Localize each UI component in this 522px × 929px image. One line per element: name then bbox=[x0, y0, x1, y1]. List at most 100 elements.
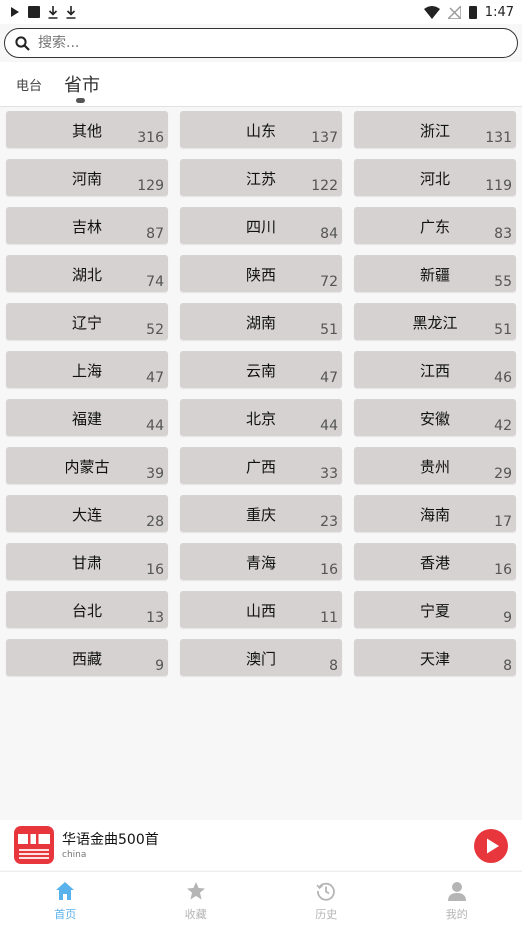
province-cell[interactable]: 北京44 bbox=[180, 399, 342, 436]
province-name: 上海 bbox=[6, 360, 168, 381]
province-name: 青海 bbox=[180, 552, 342, 573]
province-name: 云南 bbox=[180, 360, 342, 381]
no-signal-icon bbox=[448, 6, 461, 19]
province-count: 129 bbox=[137, 178, 164, 194]
province-cell[interactable]: 澳门8 bbox=[180, 639, 342, 676]
search-bar[interactable] bbox=[4, 28, 518, 58]
province-count: 9 bbox=[155, 658, 164, 674]
province-count: 131 bbox=[485, 130, 512, 146]
province-count: 51 bbox=[320, 322, 338, 338]
province-cell[interactable]: 台北13 bbox=[6, 591, 168, 628]
province-count: 316 bbox=[137, 130, 164, 146]
province-count: 46 bbox=[494, 370, 512, 386]
tab-province-label: 省市 bbox=[64, 71, 100, 97]
province-name: 新疆 bbox=[354, 264, 516, 285]
province-count: 83 bbox=[494, 226, 512, 242]
province-count: 39 bbox=[146, 466, 164, 482]
radio-icon bbox=[14, 826, 54, 864]
province-name: 贵州 bbox=[354, 456, 516, 477]
province-count: 47 bbox=[320, 370, 338, 386]
province-count: 74 bbox=[146, 274, 164, 290]
province-count: 119 bbox=[485, 178, 512, 194]
province-cell[interactable]: 江苏122 bbox=[180, 159, 342, 196]
province-name: 北京 bbox=[180, 408, 342, 429]
province-cell[interactable]: 山西11 bbox=[180, 591, 342, 628]
province-name: 辽宁 bbox=[6, 312, 168, 333]
province-cell[interactable]: 新疆55 bbox=[354, 255, 516, 292]
star-icon bbox=[186, 881, 206, 901]
search-input[interactable] bbox=[36, 34, 460, 52]
province-cell[interactable]: 浙江131 bbox=[354, 111, 516, 148]
play-icon[interactable] bbox=[474, 829, 508, 863]
province-count: 29 bbox=[494, 466, 512, 482]
nav-home-label: 首页 bbox=[0, 906, 131, 922]
province-grid: 其他316 山东137 浙江131 河南129 江苏122 河北119 吉林87 四川84 广东… bbox=[6, 111, 516, 676]
province-count: 28 bbox=[146, 514, 164, 530]
mini-player[interactable]: 华语金曲500首 china bbox=[0, 820, 522, 870]
province-cell[interactable]: 广东83 bbox=[354, 207, 516, 244]
download-icon bbox=[48, 6, 58, 19]
province-name: 大连 bbox=[6, 504, 168, 525]
province-cell[interactable]: 黑龙江51 bbox=[354, 303, 516, 340]
nav-history[interactable]: 历史 bbox=[261, 872, 392, 929]
province-cell[interactable]: 河南129 bbox=[6, 159, 168, 196]
province-cell[interactable]: 辽宁52 bbox=[6, 303, 168, 340]
province-name: 台北 bbox=[6, 600, 168, 621]
nav-favorites-label: 收藏 bbox=[131, 906, 262, 922]
province-cell[interactable]: 其他316 bbox=[6, 111, 168, 148]
province-count: 33 bbox=[320, 466, 338, 482]
province-count: 13 bbox=[146, 610, 164, 626]
province-cell[interactable]: 甘肃16 bbox=[6, 543, 168, 580]
province-cell[interactable]: 上海47 bbox=[6, 351, 168, 388]
province-cell[interactable]: 安徽42 bbox=[354, 399, 516, 436]
province-count: 122 bbox=[311, 178, 338, 194]
province-cell[interactable]: 吉林87 bbox=[6, 207, 168, 244]
battery-icon bbox=[469, 6, 477, 19]
province-count: 11 bbox=[320, 610, 338, 626]
province-cell[interactable]: 宁夏9 bbox=[354, 591, 516, 628]
province-cell[interactable]: 江西46 bbox=[354, 351, 516, 388]
province-name: 甘肃 bbox=[6, 552, 168, 573]
province-count: 8 bbox=[503, 658, 512, 674]
province-cell[interactable]: 湖北74 bbox=[6, 255, 168, 292]
province-count: 137 bbox=[311, 130, 338, 146]
user-icon bbox=[447, 881, 467, 901]
tab-radio[interactable]: 电台 bbox=[16, 62, 42, 106]
player-title: 华语金曲500首 bbox=[62, 829, 159, 849]
province-cell[interactable]: 广西33 bbox=[180, 447, 342, 484]
province-name: 黑龙江 bbox=[354, 312, 516, 333]
notification-square-icon bbox=[28, 6, 40, 18]
province-cell[interactable]: 大连28 bbox=[6, 495, 168, 532]
province-name: 广东 bbox=[354, 216, 516, 237]
province-cell[interactable]: 重庆23 bbox=[180, 495, 342, 532]
province-cell[interactable]: 山东137 bbox=[180, 111, 342, 148]
province-name: 重庆 bbox=[180, 504, 342, 525]
status-bar: 1:47 bbox=[0, 0, 522, 24]
province-count: 47 bbox=[146, 370, 164, 386]
province-name: 吉林 bbox=[6, 216, 168, 237]
province-cell[interactable]: 湖南51 bbox=[180, 303, 342, 340]
nav-me[interactable]: 我的 bbox=[392, 872, 522, 929]
nav-home[interactable]: 首页 bbox=[0, 872, 131, 929]
nav-favorites[interactable]: 收藏 bbox=[131, 872, 262, 929]
province-cell[interactable]: 陕西72 bbox=[180, 255, 342, 292]
province-name: 内蒙古 bbox=[6, 456, 168, 477]
province-count: 16 bbox=[494, 562, 512, 578]
province-count: 55 bbox=[494, 274, 512, 290]
province-cell[interactable]: 青海16 bbox=[180, 543, 342, 580]
bottom-nav: 首页 收藏 历史 我的 bbox=[0, 871, 522, 929]
province-count: 23 bbox=[320, 514, 338, 530]
province-cell[interactable]: 四川84 bbox=[180, 207, 342, 244]
province-cell[interactable]: 福建44 bbox=[6, 399, 168, 436]
province-cell[interactable]: 河北119 bbox=[354, 159, 516, 196]
province-cell[interactable]: 西藏9 bbox=[6, 639, 168, 676]
province-name: 宁夏 bbox=[354, 600, 516, 621]
province-cell[interactable]: 云南47 bbox=[180, 351, 342, 388]
province-cell[interactable]: 海南17 bbox=[354, 495, 516, 532]
province-count: 51 bbox=[494, 322, 512, 338]
province-name: 广西 bbox=[180, 456, 342, 477]
province-cell[interactable]: 内蒙古39 bbox=[6, 447, 168, 484]
province-cell[interactable]: 贵州29 bbox=[354, 447, 516, 484]
province-cell[interactable]: 天津8 bbox=[354, 639, 516, 676]
province-cell[interactable]: 香港16 bbox=[354, 543, 516, 580]
